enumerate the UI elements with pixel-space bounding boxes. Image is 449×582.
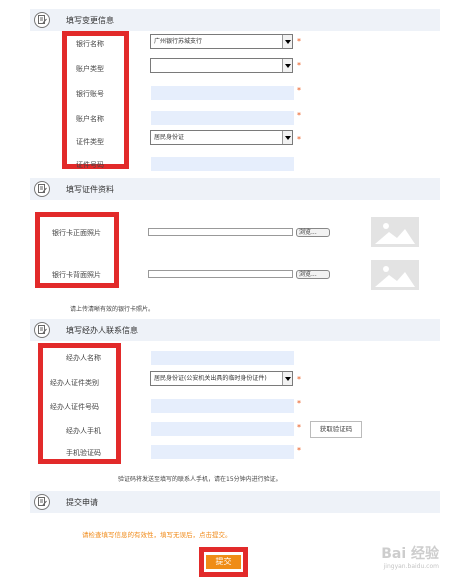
label-card-front: 银行卡正面照片	[52, 229, 101, 237]
label-agent-id-type: 经办人证件类别	[50, 379, 99, 387]
label-id-type: 证件类型	[76, 138, 104, 146]
chevron-down-icon[interactable]	[282, 59, 292, 72]
label-verification-code: 手机验证码	[66, 449, 101, 457]
id-type-value: 居民身份证	[154, 134, 185, 141]
required-mark: *	[297, 111, 301, 120]
section-header-agent-contact: 填写经办人联系信息	[30, 319, 440, 341]
bank-account-input[interactable]	[151, 86, 294, 100]
required-mark: *	[297, 86, 301, 95]
required-mark: *	[297, 375, 301, 384]
section-header-documents: 填写证件资料	[30, 178, 440, 200]
section-title: 填写证件资料	[66, 185, 114, 194]
section-header-submit: 提交申请	[30, 491, 440, 513]
card-back-browse-button[interactable]: 浏览...	[296, 270, 330, 279]
bank-name-select[interactable]: 广州银行苏城支行	[150, 34, 293, 49]
label-card-back: 银行卡背面照片	[52, 271, 101, 279]
card-photo-note: 请上传清晰有效的银行卡照片。	[70, 306, 155, 313]
label-agent-phone: 经办人手机	[66, 427, 101, 435]
label-account-name: 账户名称	[76, 115, 104, 123]
card-back-image-placeholder	[371, 260, 419, 290]
highlight-frame-bank-fields	[62, 31, 129, 169]
watermark-text: Bai 经验	[381, 546, 439, 562]
required-mark: *	[297, 399, 301, 408]
label-id-number: 证件号码	[76, 161, 104, 169]
chevron-down-icon[interactable]	[282, 131, 292, 144]
id-type-select[interactable]: 居民身份证	[150, 130, 293, 145]
section-title: 提交申请	[66, 498, 98, 507]
chevron-down-icon[interactable]	[282, 372, 292, 385]
label-bank-name: 银行名称	[76, 40, 104, 48]
section-header-change-info: 填写变更信息	[30, 9, 440, 31]
label-agent-name: 经办人名称	[66, 354, 101, 362]
edit-form-icon	[34, 181, 50, 197]
watermark-url: jingyan.baidu.com	[383, 563, 439, 570]
label-agent-id-number: 经办人证件号码	[50, 403, 99, 411]
required-mark: *	[297, 446, 301, 455]
edit-form-icon	[34, 494, 50, 510]
id-number-input[interactable]	[151, 157, 294, 171]
card-front-browse-button[interactable]: 浏览...	[296, 228, 330, 237]
card-front-image-placeholder	[371, 217, 419, 247]
verification-note: 验证码将发送至填写的联系人手机，请在15分钟内进行验证。	[118, 476, 282, 483]
account-name-input[interactable]	[151, 111, 294, 125]
section-title: 填写经办人联系信息	[66, 326, 138, 335]
required-mark: *	[297, 423, 301, 432]
image-icon	[375, 266, 415, 287]
submit-hint: 请检查填写信息的有效性，填写无误后，点击提交。	[82, 531, 232, 539]
required-mark: *	[297, 61, 301, 70]
agent-id-type-value: 居民身份证(公安机关出具的临时身份证件)	[154, 375, 267, 382]
highlight-frame-submit: 提交	[199, 547, 248, 577]
agent-phone-input[interactable]	[151, 422, 294, 436]
agent-name-input[interactable]	[151, 351, 294, 365]
card-front-file-input[interactable]	[148, 228, 293, 236]
verification-code-input[interactable]	[151, 445, 294, 459]
image-icon	[375, 223, 415, 244]
required-mark: *	[297, 37, 301, 46]
required-mark: *	[297, 135, 301, 144]
get-code-button[interactable]: 获取验证码	[310, 421, 362, 438]
edit-form-icon	[34, 322, 50, 338]
account-type-select[interactable]	[150, 58, 293, 73]
label-bank-account: 银行账号	[76, 90, 104, 98]
bank-name-value: 广州银行苏城支行	[154, 38, 203, 45]
edit-form-icon	[34, 12, 50, 28]
chevron-down-icon[interactable]	[282, 35, 292, 48]
agent-id-type-select[interactable]: 居民身份证(公安机关出具的临时身份证件)	[150, 371, 293, 386]
card-back-file-input[interactable]	[148, 270, 293, 278]
label-account-type: 账户类型	[76, 65, 104, 73]
submit-button[interactable]: 提交	[206, 555, 241, 569]
agent-id-number-input[interactable]	[151, 399, 294, 413]
section-title: 填写变更信息	[66, 16, 114, 25]
watermark: Bai 经验 jingyan.baidu.com	[381, 543, 439, 570]
